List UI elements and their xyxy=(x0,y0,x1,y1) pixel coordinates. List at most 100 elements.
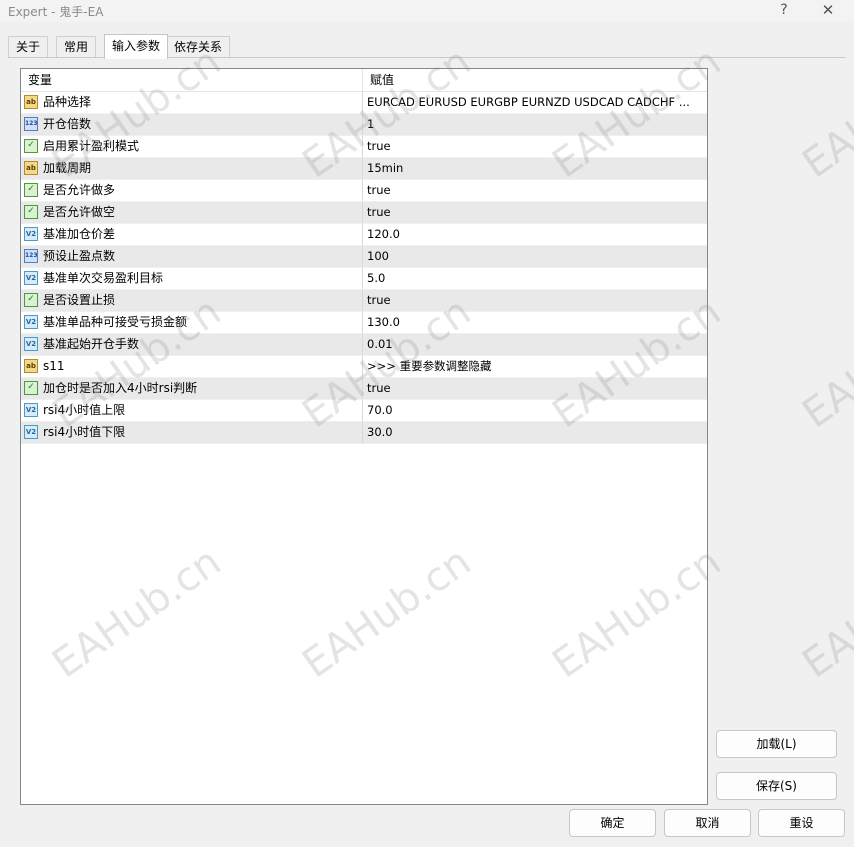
cell-value[interactable]: >>> 重要参数调整隐藏 xyxy=(363,356,705,377)
variable-name: 基准加仓价差 xyxy=(43,227,116,241)
variable-name: 预设止盈点数 xyxy=(43,249,116,263)
string-type-icon: ab xyxy=(24,359,38,373)
boolean-type-icon: ✓ xyxy=(24,205,38,219)
cell-value[interactable]: true xyxy=(363,290,705,311)
cell-variable[interactable]: ab s11 xyxy=(21,356,363,377)
variable-name: rsi4小时值上限 xyxy=(43,403,126,417)
double-type-icon: V2 xyxy=(24,403,38,417)
cell-value[interactable]: 5.0 xyxy=(363,268,705,289)
cell-value[interactable]: 130.0 xyxy=(363,312,705,333)
cell-variable[interactable]: V2 基准加仓价差 xyxy=(21,224,363,245)
cell-variable[interactable]: ab 加载周期 xyxy=(21,158,363,179)
window-title: Expert - 鬼手-EA xyxy=(8,5,104,19)
cell-variable[interactable]: ✓ 是否设置止损 xyxy=(21,290,363,311)
integer-type-icon: 123 xyxy=(24,249,38,263)
title-bar: Expert - 鬼手-EA ? ✕ xyxy=(0,0,854,22)
boolean-type-icon: ✓ xyxy=(24,139,38,153)
cell-value[interactable]: EURCAD EURUSD EURGBP EURNZD USDCAD CADCH… xyxy=(363,92,705,113)
cell-variable[interactable]: V2 基准单品种可接受亏损金额 xyxy=(21,312,363,333)
cell-variable[interactable]: 123 开仓倍数 xyxy=(21,114,363,135)
cell-variable[interactable]: V2 基准起始开仓手数 xyxy=(21,334,363,355)
cell-variable[interactable]: 123 预设止盈点数 xyxy=(21,246,363,267)
table-row[interactable]: ✓ 启用累计盈利模式 true xyxy=(21,136,707,158)
watermark-logo: EAHub.cn xyxy=(794,538,854,688)
variable-name: 品种选择 xyxy=(43,95,92,109)
tab-about[interactable]: 关于 xyxy=(8,36,49,58)
table-row[interactable]: ab 加载周期 15min xyxy=(21,158,707,180)
string-type-icon: ab xyxy=(24,161,38,175)
variable-name: 是否允许做多 xyxy=(43,183,116,197)
string-type-icon: ab xyxy=(24,95,38,109)
table-row[interactable]: ab s11 >>> 重要参数调整隐藏 xyxy=(21,356,707,378)
cell-value[interactable]: true xyxy=(363,136,705,157)
grid-header: 变量 赋值 xyxy=(21,69,707,92)
cell-variable[interactable]: V2 rsi4小时值上限 xyxy=(21,400,363,421)
cell-variable[interactable]: ✓ 是否允许做多 xyxy=(21,180,363,201)
table-row[interactable]: ✓ 是否允许做空 true xyxy=(21,202,707,224)
table-row[interactable]: V2 基准单品种可接受亏损金额 130.0 xyxy=(21,312,707,334)
cell-value[interactable]: 15min xyxy=(363,158,705,179)
boolean-type-icon: ✓ xyxy=(24,183,38,197)
double-type-icon: V2 xyxy=(24,425,38,439)
cell-value[interactable]: 1 xyxy=(363,114,705,135)
table-row[interactable]: V2 rsi4小时值下限 30.0 xyxy=(21,422,707,444)
variable-name: 基准起始开仓手数 xyxy=(43,337,140,351)
cell-variable[interactable]: ab 品种选择 xyxy=(21,92,363,113)
table-row[interactable]: 123 开仓倍数 1 xyxy=(21,114,707,136)
cell-value[interactable]: 70.0 xyxy=(363,400,705,421)
save-button[interactable]: 保存(S) xyxy=(716,772,837,800)
cell-value[interactable]: true xyxy=(363,378,705,399)
cell-value[interactable]: 120.0 xyxy=(363,224,705,245)
cell-variable[interactable]: V2 基准单次交易盈利目标 xyxy=(21,268,363,289)
double-type-icon: V2 xyxy=(24,315,38,329)
table-row[interactable]: ab 品种选择 EURCAD EURUSD EURGBP EURNZD USDCAD… xyxy=(21,92,707,114)
table-row[interactable]: V2 基准单次交易盈利目标 5.0 xyxy=(21,268,707,290)
tab-inputs[interactable]: 输入参数 xyxy=(104,34,169,59)
close-button[interactable]: ✕ xyxy=(808,0,848,22)
variable-name: 加仓时是否加入4小时rsi判断 xyxy=(43,381,198,395)
double-type-icon: V2 xyxy=(24,337,38,351)
cell-variable[interactable]: V2 rsi4小时值下限 xyxy=(21,422,363,443)
variable-name: 基准单品种可接受亏损金额 xyxy=(43,315,188,329)
ok-button[interactable]: 确定 xyxy=(569,809,656,837)
table-row[interactable]: 123 预设止盈点数 100 xyxy=(21,246,707,268)
table-row[interactable]: V2 基准加仓价差 120.0 xyxy=(21,224,707,246)
variable-name: 加载周期 xyxy=(43,161,92,175)
cell-value[interactable]: true xyxy=(363,180,705,201)
table-row[interactable]: V2 基准起始开仓手数 0.01 xyxy=(21,334,707,356)
watermark-logo: EAHub.cn xyxy=(794,288,854,438)
table-row[interactable]: V2 rsi4小时值上限 70.0 xyxy=(21,400,707,422)
cancel-button[interactable]: 取消 xyxy=(664,809,751,837)
variable-name: rsi4小时值下限 xyxy=(43,425,126,439)
column-header-variable[interactable]: 变量 xyxy=(21,69,363,91)
integer-type-icon: 123 xyxy=(24,117,38,131)
variable-name: 基准单次交易盈利目标 xyxy=(43,271,164,285)
grid-rows: ab 品种选择 EURCAD EURUSD EURGBP EURNZD USDCAD… xyxy=(21,92,707,444)
boolean-type-icon: ✓ xyxy=(24,293,38,307)
help-button[interactable]: ? xyxy=(764,0,804,22)
boolean-type-icon: ✓ xyxy=(24,381,38,395)
variable-name: 是否设置止损 xyxy=(43,293,116,307)
cell-value[interactable]: 0.01 xyxy=(363,334,705,355)
tab-dependencies[interactable]: 依存关系 xyxy=(166,36,231,58)
variable-name: 开仓倍数 xyxy=(43,117,92,131)
table-row[interactable]: ✓ 是否设置止损 true xyxy=(21,290,707,312)
cell-variable[interactable]: ✓ 加仓时是否加入4小时rsi判断 xyxy=(21,378,363,399)
column-header-value[interactable]: 赋值 xyxy=(363,69,705,91)
reset-button[interactable]: 重设 xyxy=(758,809,845,837)
cell-variable[interactable]: ✓ 是否允许做空 xyxy=(21,202,363,223)
table-row[interactable]: ✓ 加仓时是否加入4小时rsi判断 true xyxy=(21,378,707,400)
watermark-logo: EAHub.cn xyxy=(794,38,854,188)
cell-value[interactable]: true xyxy=(363,202,705,223)
double-type-icon: V2 xyxy=(24,271,38,285)
load-button[interactable]: 加载(L) xyxy=(716,730,837,758)
cell-value[interactable]: 100 xyxy=(363,246,705,267)
variable-name: 是否允许做空 xyxy=(43,205,116,219)
cell-variable[interactable]: ✓ 启用累计盈利模式 xyxy=(21,136,363,157)
table-row[interactable]: ✓ 是否允许做多 true xyxy=(21,180,707,202)
double-type-icon: V2 xyxy=(24,227,38,241)
parameters-grid[interactable]: 变量 赋值 ab 品种选择 EURCAD EURUSD EURGBP EURNZD … xyxy=(20,68,708,805)
tab-common[interactable]: 常用 xyxy=(56,36,97,58)
variable-name: s11 xyxy=(43,359,65,373)
cell-value[interactable]: 30.0 xyxy=(363,422,705,443)
